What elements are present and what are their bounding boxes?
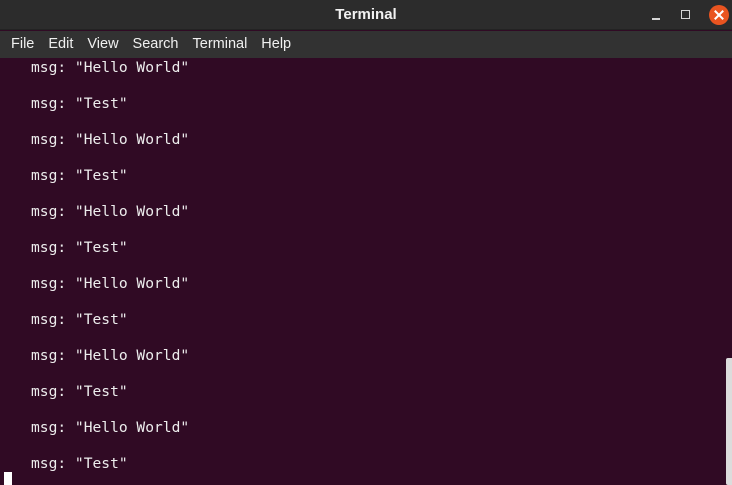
text-cursor bbox=[4, 472, 12, 485]
minimize-icon[interactable] bbox=[646, 5, 666, 25]
scrollbar-thumb[interactable] bbox=[726, 358, 732, 485]
window-title: Terminal bbox=[335, 6, 397, 23]
menu-file[interactable]: File bbox=[4, 31, 41, 58]
close-icon[interactable] bbox=[709, 5, 729, 25]
terminal-line: msg: "Test" bbox=[31, 311, 128, 328]
terminal-line: msg: "Hello World" bbox=[31, 131, 190, 148]
menu-help[interactable]: Help bbox=[254, 31, 298, 58]
menu-edit[interactable]: Edit bbox=[41, 31, 80, 58]
terminal-line: msg: "Test" bbox=[31, 239, 128, 256]
terminal-window: Terminal File Edit View Search Terminal … bbox=[0, 0, 732, 485]
terminal-line: msg: "Hello World" bbox=[31, 275, 190, 292]
terminal-line: msg: "Hello World" bbox=[31, 347, 190, 364]
maximize-icon[interactable] bbox=[675, 5, 695, 25]
terminal-line: msg: "Test" bbox=[31, 167, 128, 184]
menu-bar: File Edit View Search Terminal Help bbox=[0, 31, 732, 58]
terminal-line: msg: "Hello World" bbox=[31, 419, 190, 436]
title-bar[interactable]: Terminal bbox=[0, 0, 732, 30]
terminal-line: msg: "Hello World" bbox=[31, 203, 190, 220]
menu-search[interactable]: Search bbox=[126, 31, 186, 58]
menu-terminal[interactable]: Terminal bbox=[186, 31, 255, 58]
terminal-output[interactable]: msg: "Hello World" msg: "Test" msg: "Hel… bbox=[0, 58, 732, 485]
terminal-line: msg: "Test" bbox=[31, 455, 128, 472]
terminal-line: msg: "Test" bbox=[31, 95, 128, 112]
menu-view[interactable]: View bbox=[80, 31, 125, 58]
terminal-line: msg: "Hello World" bbox=[31, 59, 190, 76]
terminal-line: msg: "Test" bbox=[31, 383, 128, 400]
